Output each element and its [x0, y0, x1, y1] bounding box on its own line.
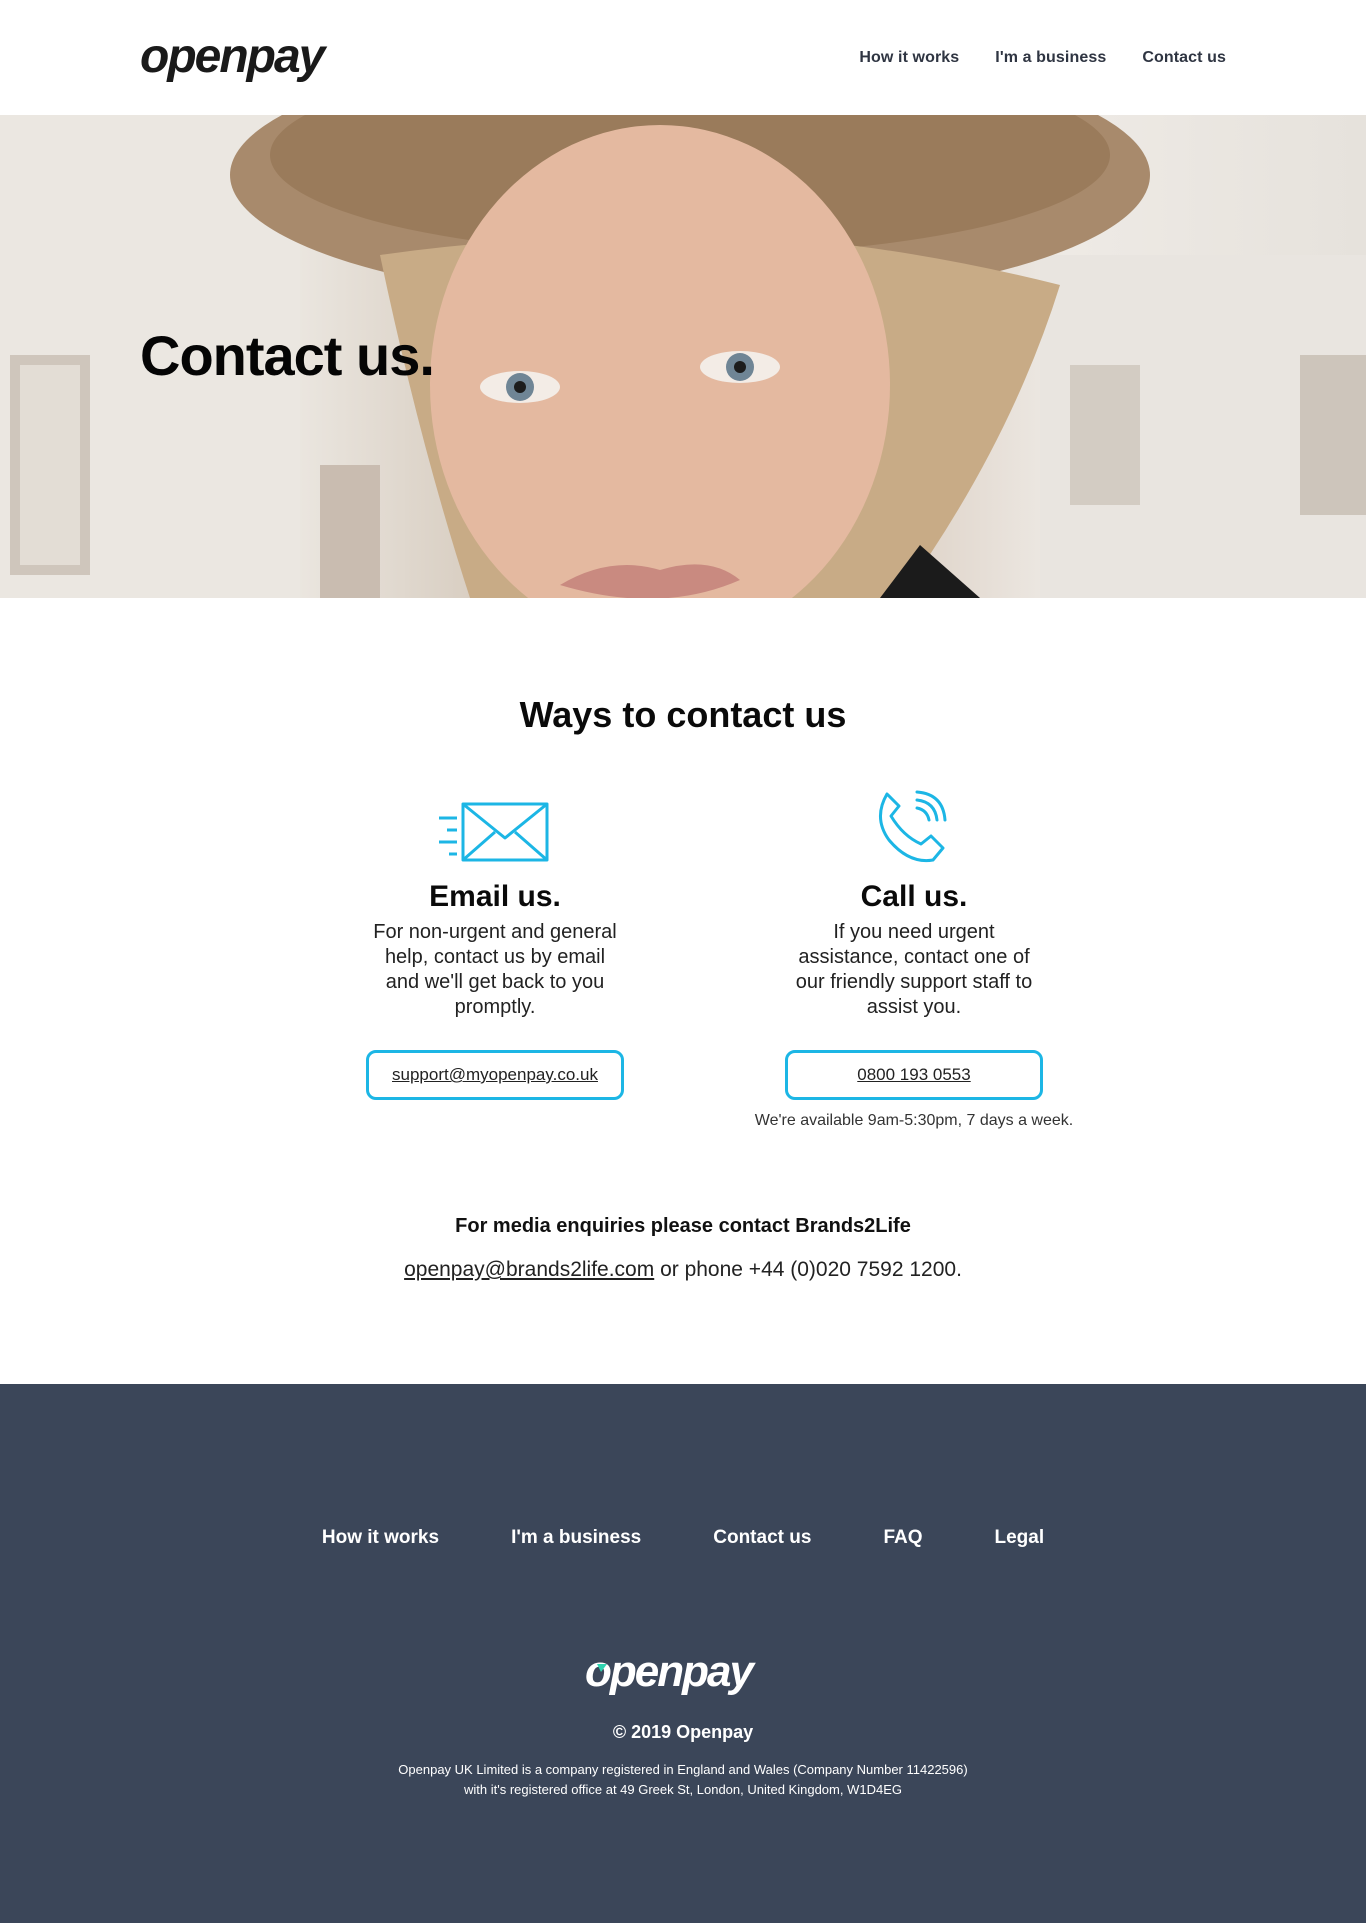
email-description: For non-urgent and general help, contact…	[373, 921, 617, 1018]
logo-text: openpay	[140, 30, 328, 83]
footer-logo-text: openpay	[585, 1648, 756, 1696]
availability-text: We're available 9am-5:30pm, 7 days a wee…	[754, 1112, 1074, 1129]
footer-logo: openpay	[585, 1648, 758, 1696]
copyright: © 2019 Openpay	[612, 1722, 754, 1742]
media-enquiries-title: For media enquiries please contact Brand…	[455, 1215, 911, 1237]
footer-nav-legal[interactable]: Legal	[995, 1527, 1045, 1549]
call-title: Call us.	[860, 880, 968, 913]
envelope-icon	[439, 802, 549, 862]
footer-nav-contact-us[interactable]: Contact us	[713, 1527, 811, 1549]
site-header: openpay How it works I'm a business Cont…	[0, 0, 1366, 115]
call-card: Call us. If you need urgent assistance, …	[754, 786, 1074, 1130]
openpay-logo[interactable]: openpay	[140, 30, 360, 84]
email-button[interactable]: support@myopenpay.co.uk	[366, 1050, 624, 1100]
call-description: If you need urgent assistance, contact o…	[795, 921, 1033, 1018]
page-title: Contact us.	[140, 324, 435, 387]
footer-nav-faq[interactable]: FAQ	[883, 1527, 922, 1549]
footer-nav-im-a-business[interactable]: I'm a business	[511, 1527, 641, 1549]
email-card: Email us. For non-urgent and general hel…	[335, 786, 655, 1100]
nav-contact-us[interactable]: Contact us	[1142, 49, 1226, 67]
media-phone-text: or phone +44 (0)020 7592 1200.	[654, 1258, 962, 1281]
footer-nav-how-it-works[interactable]: How it works	[322, 1527, 439, 1549]
media-email-link[interactable]: openpay@brands2life.com	[404, 1258, 654, 1281]
nav-how-it-works[interactable]: How it works	[859, 49, 959, 67]
contact-section: Ways to contact us Email us. For non-urg…	[0, 598, 1366, 1384]
hero-banner: Contact us.	[0, 115, 1366, 598]
site-footer: How it works I'm a business Contact us F…	[0, 1384, 1366, 1923]
legal-text: Openpay UK Limited is a company register…	[0, 1760, 1366, 1800]
email-title: Email us.	[429, 880, 561, 913]
footer-nav: How it works I'm a business Contact us F…	[0, 1527, 1366, 1549]
main-nav: How it works I'm a business Contact us	[859, 49, 1226, 67]
phone-icon	[879, 790, 947, 863]
section-heading: Ways to contact us	[519, 694, 847, 735]
legal-line-1: Openpay UK Limited is a company register…	[398, 1762, 968, 1777]
legal-line-2: with it's registered office at 49 Greek …	[464, 1782, 902, 1797]
phone-button[interactable]: 0800 193 0553	[785, 1050, 1043, 1100]
media-contact-line: openpay@brands2life.com or phone +44 (0)…	[0, 1258, 1366, 1282]
nav-im-a-business[interactable]: I'm a business	[995, 49, 1106, 67]
